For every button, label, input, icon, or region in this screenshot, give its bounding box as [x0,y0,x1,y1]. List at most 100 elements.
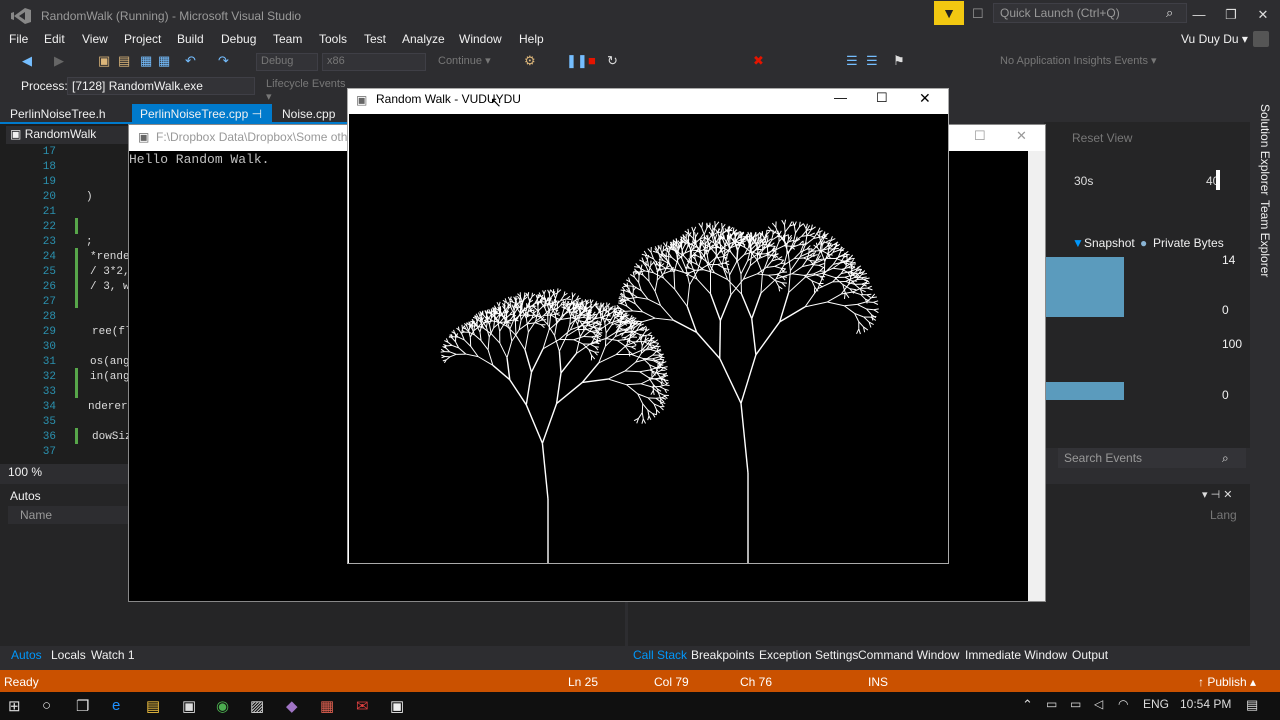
search-icon[interactable]: ⌕ [1222,451,1229,466]
save-all-icon[interactable]: ▦ [158,53,170,69]
menu-analyze[interactable]: Analyze [402,32,445,46]
stop-debugging-icon[interactable]: ■ [588,53,596,68]
tab-team-explorer[interactable]: Team Explorer [1258,200,1272,277]
feedback-icon[interactable]: ☐ [972,6,984,22]
line-number: 30 [42,341,56,353]
menu-debug[interactable]: Debug [221,32,256,46]
rw-close-button[interactable]: ✕ [919,90,931,107]
menu-file[interactable]: File [9,32,28,46]
tab-solution-explorer[interactable]: Solution Explorer [1258,104,1272,195]
menu-team[interactable]: Team [273,32,302,46]
file-explorer-icon[interactable]: ▤ [146,697,160,715]
chrome-icon[interactable]: ◉ [216,697,229,715]
tab-autos[interactable]: Autos [11,648,42,662]
tab-perlinnoisetree-h[interactable]: PerlinNoiseTree.h [2,104,114,124]
process-dropdown[interactable]: [7128] RandomWalk.exe [67,77,255,95]
avatar[interactable] [1253,31,1269,47]
quick-launch-input[interactable]: Quick Launch (Ctrl+Q) [993,3,1187,23]
tray-chevron-icon[interactable]: ⌃ [1022,697,1033,713]
rw-maximize-button[interactable]: ☐ [876,90,888,106]
photos-icon[interactable]: ▨ [250,697,264,715]
indent-icon[interactable]: ☰ [846,53,858,69]
rw-minimize-button[interactable]: — [834,90,847,105]
menu-build[interactable]: Build [177,32,204,46]
save-icon[interactable]: ▦ [140,53,152,69]
task-view-icon[interactable]: ❐ [76,697,89,715]
menu-tools[interactable]: Tools [319,32,347,46]
tab-command-window[interactable]: Command Window [858,648,959,662]
panel-menu-icon[interactable]: ▾ ⊣ ✕ [1202,488,1232,501]
pin-icon[interactable]: ⊣ [252,107,262,121]
action-center-icon[interactable]: ▤ [1246,697,1258,713]
search-events-input[interactable]: Search Events [1058,448,1246,468]
continue-button[interactable]: Continue ▾ [434,53,512,71]
redo-icon[interactable]: ↷ [218,53,229,69]
status-bar [0,670,1280,692]
minimize-button[interactable]: — [1184,4,1214,26]
store-icon[interactable]: ▣ [182,697,196,715]
exception-settings-icon[interactable]: ✖ [753,53,764,69]
tray-app-icon[interactable]: ▭ [1046,697,1057,711]
app-icon[interactable]: ▦ [320,697,334,715]
tab-breakpoints[interactable]: Breakpoints [691,648,754,662]
wifi-icon[interactable]: ◠ [1118,697,1128,711]
maximize-button[interactable]: ❐ [1216,4,1246,26]
open-file-icon[interactable]: ▤ [118,53,130,69]
lifecycle-events-dropdown[interactable]: Lifecycle Events ▾ [262,77,350,103]
menu-test[interactable]: Test [364,32,386,46]
console-taskbar-icon[interactable]: ▣ [390,697,404,715]
break-all-icon[interactable]: ❚❚ [566,53,588,69]
tab-call-stack[interactable]: Call Stack [633,648,687,662]
network-icon[interactable]: ▭ [1070,697,1081,711]
undo-icon[interactable]: ↶ [185,53,196,69]
window-title: RandomWalk (Running) - Microsoft Visual … [41,9,302,23]
console-close-button[interactable]: ✕ [1016,128,1027,144]
forward-icon[interactable]: ▶ [54,53,64,69]
line-number: 33 [42,386,56,398]
project-nav-dropdown[interactable]: ▣ RandomWalk [6,126,130,144]
publish-button[interactable]: ↑ Publish ▴ [1198,675,1256,689]
language-indicator[interactable]: ENG [1143,697,1169,711]
close-button[interactable]: ✕ [1248,4,1278,26]
volume-icon[interactable]: ◁ [1094,697,1103,711]
platform-dropdown[interactable]: x86 [322,53,426,71]
diagnostic-icon[interactable]: ⚙ [524,53,536,69]
tab-noise-cpp[interactable]: Noise.cpp [274,104,343,124]
tab-perlinnoisetree-cpp[interactable]: PerlinNoiseTree.cpp ⊣ [132,104,272,124]
application-insights-dropdown[interactable]: No Application Insights Events ▾ [996,53,1192,71]
clock[interactable]: 10:54 PM [1180,697,1231,711]
back-icon[interactable]: ◀ [22,53,32,69]
line-number: 27 [42,296,56,308]
menu-view[interactable]: View [82,32,108,46]
mail-icon[interactable]: ✉ [356,697,369,715]
tab-immediate-window[interactable]: Immediate Window [965,648,1067,662]
menu-edit[interactable]: Edit [44,32,65,46]
tab-watch-1[interactable]: Watch 1 [91,648,135,662]
timeline-cursor[interactable] [1216,170,1220,190]
visual-studio-taskbar-icon[interactable]: ◆ [286,697,298,715]
notifications-filter-icon[interactable]: ▼ [934,1,964,25]
configuration-dropdown[interactable]: Debug [256,53,318,71]
outdent-icon[interactable]: ☰ [866,53,878,69]
edge-icon[interactable]: e [112,697,120,714]
user-account[interactable]: Vu Duy Du ▾ [1181,32,1248,46]
tab-exception-settings[interactable]: Exception Settings [759,648,858,662]
bookmark-icon[interactable]: ⚑ [893,53,905,69]
console-scrollbar[interactable] [1028,151,1045,601]
start-icon[interactable]: ⊞ [8,697,21,715]
menu-project[interactable]: Project [124,32,161,46]
tab-output[interactable]: Output [1072,648,1108,662]
status-insert-mode: INS [868,675,889,689]
menu-window[interactable]: Window [459,32,502,46]
console-maximize-button[interactable]: ☐ [974,128,986,144]
reset-view-button[interactable]: Reset View [1072,131,1132,145]
tab-locals[interactable]: Locals [51,648,86,662]
code-editor[interactable] [0,124,130,464]
zoom-dropdown[interactable]: 100 % [8,465,42,479]
search-icon[interactable]: ⌕ [1166,5,1173,21]
new-project-icon[interactable]: ▣ [98,53,110,69]
cpu-min-label: 0 [1222,388,1229,402]
cortana-icon[interactable]: ○ [42,697,51,714]
menu-help[interactable]: Help [519,32,544,46]
restart-icon[interactable]: ↻ [607,53,618,69]
